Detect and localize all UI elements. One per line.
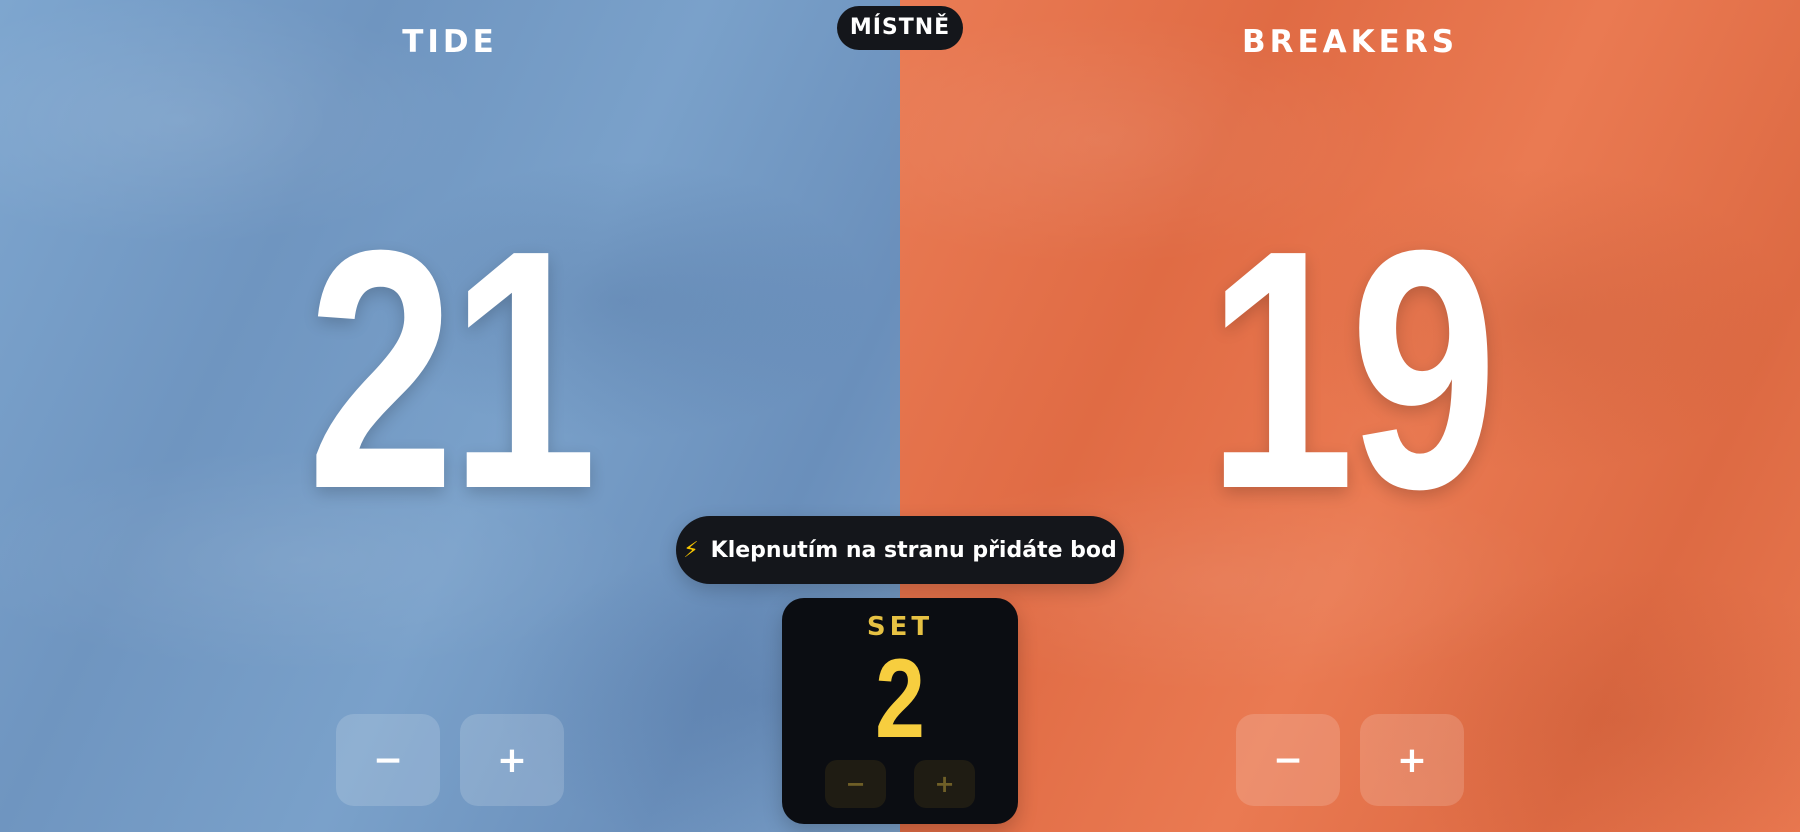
team-left-name: TIDE (402, 24, 498, 60)
team-right-minus-button[interactable]: − (1236, 714, 1340, 806)
team-left-minus-button[interactable]: − (336, 714, 440, 806)
set-controls: − + (825, 760, 975, 808)
mode-badge[interactable]: MÍSTNĚ (837, 6, 963, 50)
team-right-name: BREAKERS (1241, 24, 1459, 60)
team-left-plus-button[interactable]: + (460, 714, 564, 806)
team-left-score: 21 (307, 180, 597, 560)
team-left-panel[interactable]: TIDE 21 − + (0, 0, 900, 832)
tap-hint-text: Klepnutím na stranu přidáte bod (710, 537, 1117, 563)
set-plus-button[interactable]: + (914, 760, 975, 808)
set-counter: SET 2 − + (782, 598, 1018, 824)
set-minus-button[interactable]: − (825, 760, 886, 808)
tap-hint: ⚡ Klepnutím na stranu přidáte bod (676, 516, 1124, 584)
team-right-score: 19 (1207, 180, 1497, 560)
set-value: 2 (875, 636, 925, 761)
team-right-panel[interactable]: BREAKERS 19 − + (900, 0, 1800, 832)
team-right-controls: − + (1236, 714, 1464, 806)
team-right-plus-button[interactable]: + (1360, 714, 1464, 806)
scoreboard: TIDE 21 − + BREAKERS 19 − + MÍSTNĚ ⚡ Kle… (0, 0, 1800, 832)
team-left-controls: − + (336, 714, 564, 806)
lightning-icon: ⚡ (683, 537, 699, 563)
